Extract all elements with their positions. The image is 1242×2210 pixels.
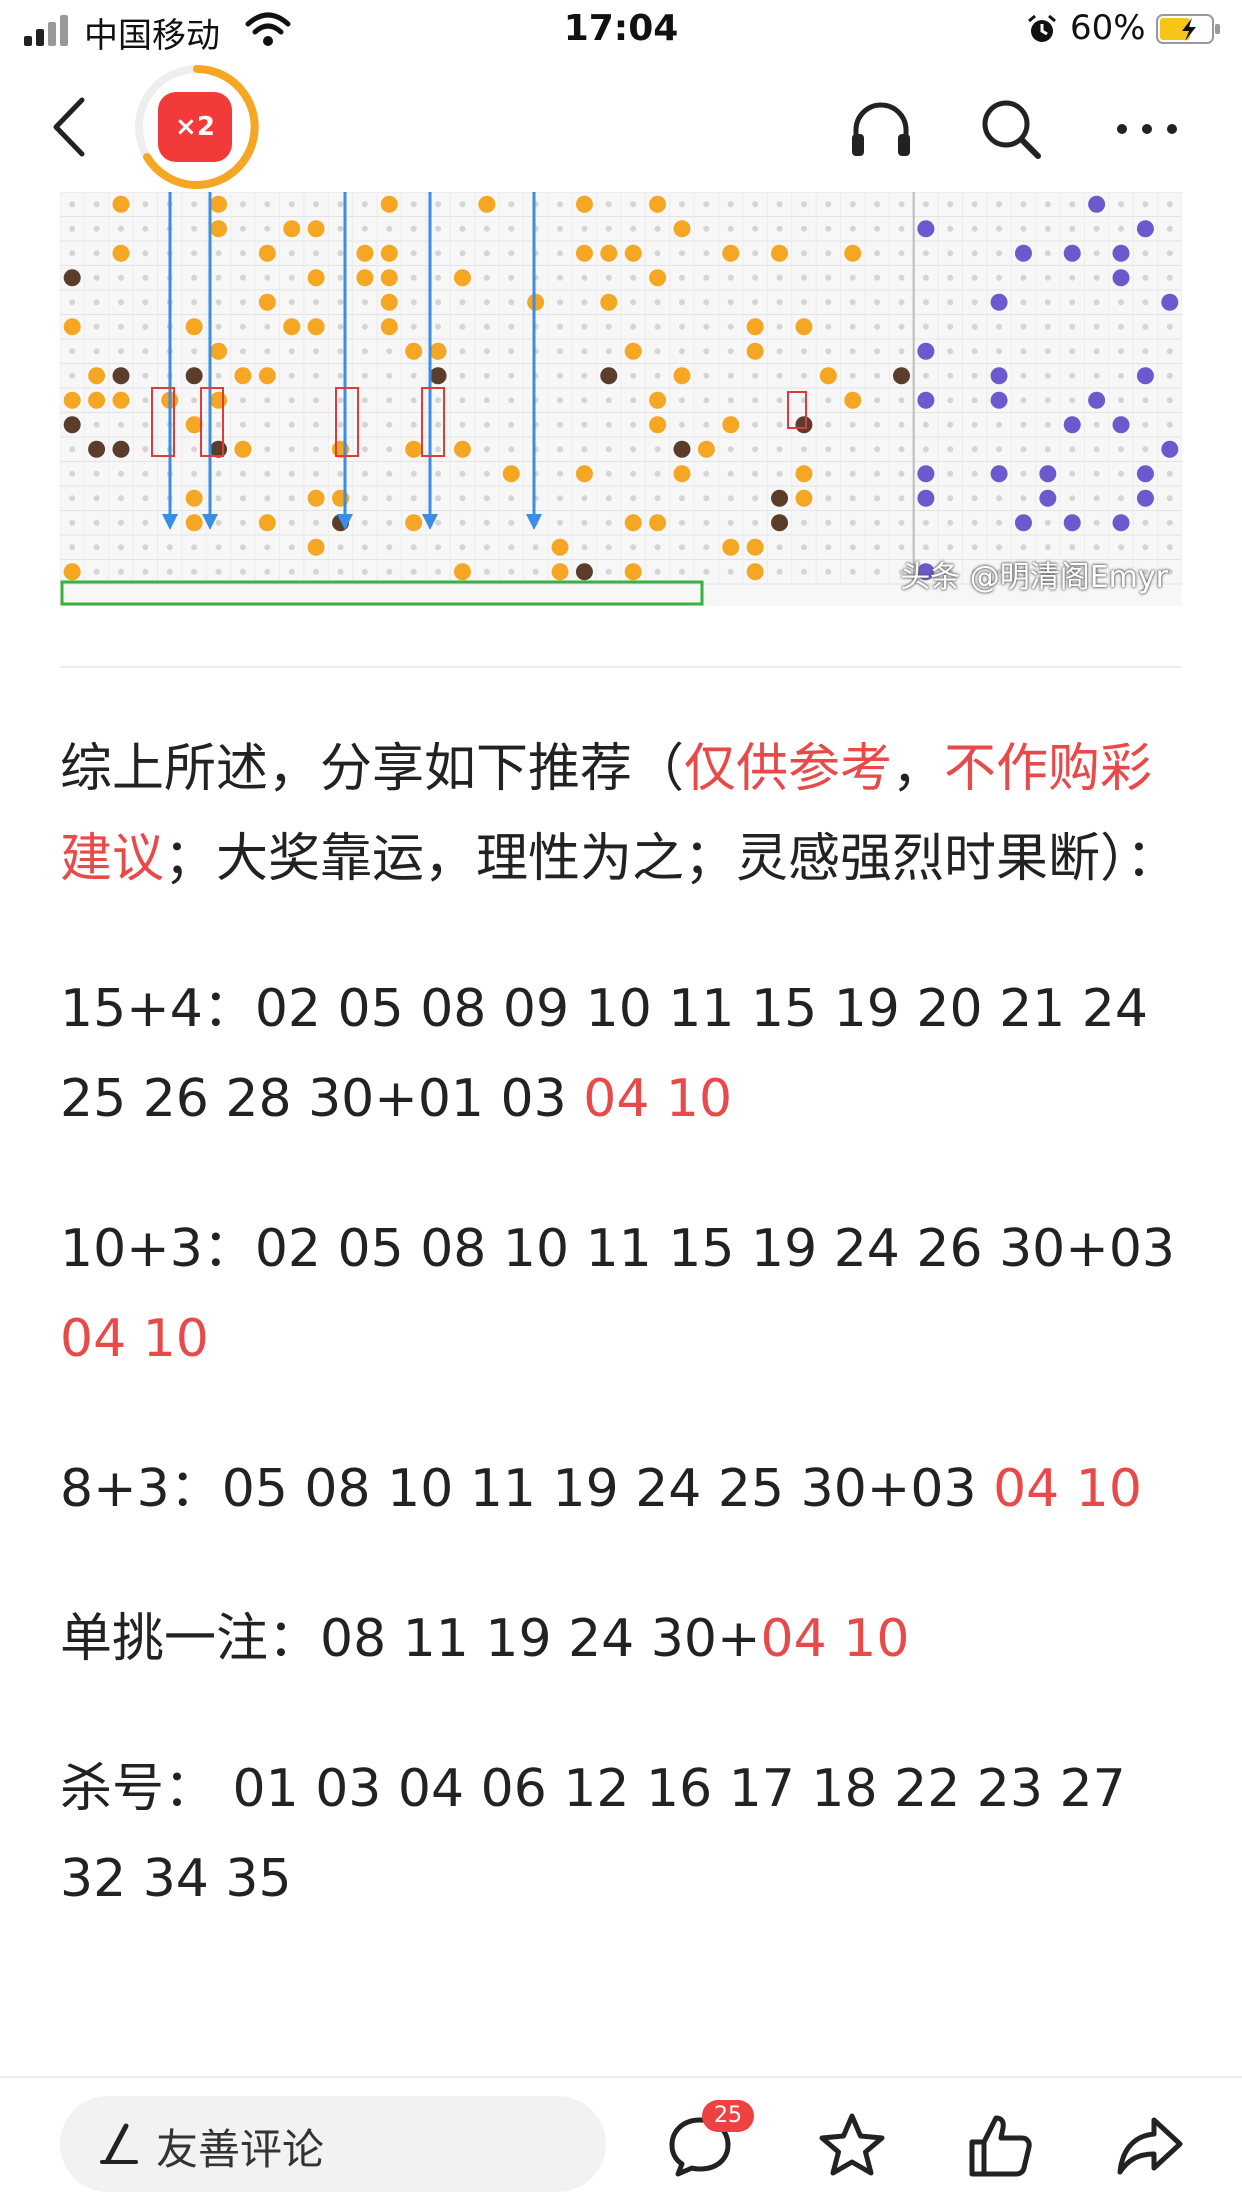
recommendation-15-4: 15+4：02 05 08 09 10 11 15 19 20 21 24 25… xyxy=(60,964,1182,1144)
recommendation-8-3: 8+3：05 08 10 11 19 24 25 30+03 04 10 xyxy=(60,1444,1182,1534)
rec-red-numbers: 04 10 xyxy=(760,1609,910,1669)
headphones-icon[interactable] xyxy=(846,94,916,164)
share-icon[interactable] xyxy=(1114,2110,1186,2182)
rec-red-numbers: 04 10 xyxy=(60,1309,209,1369)
alarm-icon xyxy=(1028,14,1056,42)
rec-numbers: 单挑一注：08 11 19 24 30+ xyxy=(60,1609,761,1669)
rec-numbers: 10+3：02 05 08 10 11 15 19 24 26 30+03 xyxy=(60,1219,1176,1279)
nav-bar: ×2 xyxy=(0,62,1242,192)
battery-percent: 60% xyxy=(1070,8,1146,48)
more-icon[interactable] xyxy=(1112,94,1182,164)
battery-icon xyxy=(1156,14,1220,44)
intro-text: ， xyxy=(892,739,945,799)
thumbs-up-icon[interactable] xyxy=(964,2110,1036,2182)
comment-input[interactable]: 友善评论 xyxy=(60,2096,606,2192)
reward-badge[interactable]: ×2 xyxy=(158,92,232,162)
trend-chart-image[interactable]: 头条 @明清阁Emyr xyxy=(60,192,1182,606)
pen-icon xyxy=(100,2123,138,2164)
comment-count-badge: 25 xyxy=(702,2100,754,2132)
section-divider xyxy=(60,666,1182,668)
recommendation-10-3: 10+3：02 05 08 10 11 15 19 24 26 30+03 04… xyxy=(60,1204,1182,1384)
trend-chart-graphic xyxy=(60,192,1182,606)
intro-text: ；大奖靠运，理性为之；灵感强烈时果断）： xyxy=(164,829,1179,889)
intro-paragraph: 综上所述，分享如下推荐（仅供参考，不作购彩建议；大奖靠运，理性为之；灵感强烈时果… xyxy=(60,724,1182,904)
rec-numbers: 8+3：05 08 10 11 19 24 25 30+03 xyxy=(60,1459,994,1519)
rec-red-numbers: 04 10 xyxy=(583,1069,733,1129)
rec-red-numbers: 04 10 xyxy=(993,1459,1142,1519)
kill-numbers: 杀号： 01 03 04 06 12 16 17 18 22 23 27 32 … xyxy=(60,1759,1126,1909)
bottom-action-bar: 友善评论 25 xyxy=(0,2076,1242,2210)
recommendation-single: 单挑一注：08 11 19 24 30+04 10 xyxy=(60,1594,1182,1684)
status-bar: 中国移动 17:04 60% xyxy=(0,0,1242,62)
article-body: 综上所述，分享如下推荐（仅供参考，不作购彩建议；大奖靠运，理性为之；灵感强烈时果… xyxy=(60,724,1182,1924)
comment-placeholder: 友善评论 xyxy=(156,2125,325,2174)
back-icon[interactable] xyxy=(44,92,94,162)
image-watermark: 头条 @明清阁Emyr xyxy=(900,560,1168,595)
intro-text: 综上所述，分享如下推荐（ xyxy=(60,739,685,799)
intro-red-text: 仅供参考 xyxy=(684,739,893,799)
search-icon[interactable] xyxy=(976,94,1046,164)
star-icon[interactable] xyxy=(816,2110,888,2182)
